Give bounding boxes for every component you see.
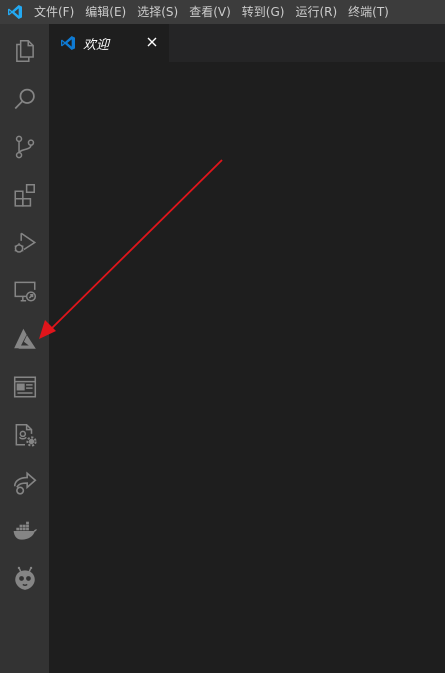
editor-tabs-bar: 欢迎 [49,24,445,62]
menu-terminal[interactable]: 终端(T) [344,0,393,24]
search-icon[interactable] [0,76,49,122]
activity-bar [0,24,49,673]
close-icon[interactable] [145,35,159,49]
title-bar: 文件(F) 编辑(E) 选择(S) 查看(V) 转到(G) 运行(R) 终端(T… [0,0,445,24]
menu-file[interactable]: 文件(F) [30,0,78,24]
menu-go[interactable]: 转到(G) [238,0,289,24]
file-settings-icon[interactable] [0,412,49,458]
menu-run[interactable]: 运行(R) [291,0,341,24]
explorer-icon[interactable] [0,28,49,74]
menu-selection[interactable]: 选择(S) [133,0,182,24]
tab-label: 欢迎 [83,37,110,53]
extensions-icon[interactable] [0,172,49,218]
menu-bar: 文件(F) 编辑(E) 选择(S) 查看(V) 转到(G) 运行(R) 终端(T… [30,0,396,24]
docker-icon[interactable] [0,508,49,554]
azure-icon[interactable] [0,316,49,362]
live-share-icon[interactable] [0,460,49,506]
browser-preview-icon[interactable] [0,364,49,410]
menu-edit[interactable]: 编辑(E) [81,0,130,24]
vscode-logo-icon[interactable] [0,0,30,24]
remote-explorer-icon[interactable] [0,268,49,314]
run-debug-icon[interactable] [0,220,49,266]
tab-welcome[interactable]: 欢迎 [49,24,169,62]
vscode-tab-icon [60,35,76,51]
platformio-icon[interactable] [0,556,49,602]
menu-view[interactable]: 查看(V) [185,0,235,24]
editor-area[interactable] [49,62,445,673]
source-control-icon[interactable] [0,124,49,170]
